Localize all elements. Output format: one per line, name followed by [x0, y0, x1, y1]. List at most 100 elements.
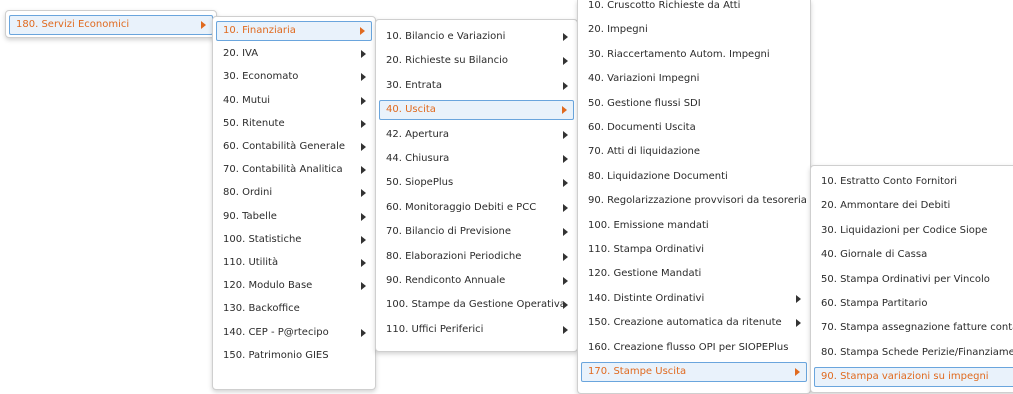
chevron-right-icon — [361, 50, 366, 59]
menu-item-100-statistiche[interactable]: 100. Statistiche — [216, 230, 372, 250]
menu-item-90-stampa-variazioni-su-impegni[interactable]: 90. Stampa variazioni su impegni — [814, 367, 1013, 388]
menu-item-label: 10. Bilancio e Variazioni — [386, 31, 506, 42]
menu-item-60-monitoraggio-debiti-e-pcc[interactable]: 60. Monitoraggio Debiti e PCC — [379, 198, 574, 218]
menu-item-90-regolarizzazione-provvisori-da-tesoreria[interactable]: 90. Regolarizzazione provvisori da tesor… — [581, 191, 807, 211]
menu-item-label: 50. Stampa Ordinativi per Vincolo — [821, 273, 990, 285]
menu-item-44-chiusura[interactable]: 44. Chiusura — [379, 149, 574, 169]
chevron-right-icon — [563, 57, 568, 66]
menu-item-40-uscita[interactable]: 40. Uscita — [379, 100, 574, 121]
chevron-right-icon — [361, 235, 366, 244]
menu-item-42-apertura[interactable]: 42. Apertura — [379, 125, 574, 145]
menu-item-40-variazioni-impegni[interactable]: 40. Variazioni Impegni — [581, 69, 807, 89]
menu-item-label: 110. Utilità — [223, 257, 279, 268]
menu-item-40-mutui[interactable]: 40. Mutui — [216, 91, 372, 111]
chevron-right-icon — [361, 73, 366, 82]
chevron-right-icon — [563, 277, 568, 285]
menu-item-60-contabilita-generale[interactable]: 60. Contabilità Generale — [216, 137, 372, 157]
menu-item-40-giornale-di-cassa[interactable]: 40. Giornale di Cassa — [814, 245, 1013, 265]
menu-item-30-liquidazioni-per-codice-siope[interactable]: 30. Liquidazioni per Codice Siope — [814, 221, 1013, 241]
menu-item-110-stampa-ordinativi[interactable]: 110. Stampa Ordinativi — [581, 240, 807, 260]
menu-item-60-documenti-uscita[interactable]: 60. Documenti Uscita — [581, 118, 807, 138]
chevron-right-icon — [563, 228, 568, 237]
menu-item-label: 60. Documenti Uscita — [588, 122, 696, 133]
chevron-right-icon — [796, 319, 801, 328]
menu-item-90-tabelle[interactable]: 90. Tabelle — [216, 207, 372, 227]
menu-item-label: 150. Patrimonio GIES — [223, 349, 329, 361]
menu-item-20-iva[interactable]: 20. IVA — [216, 44, 372, 64]
menu-item-170-stampe-uscita[interactable]: 170. Stampe Uscita — [581, 362, 807, 382]
menu-item-70-stampa-assegnazione-fatture-contab[interactable]: 70. Stampa assegnazione fatture contab — [814, 318, 1013, 338]
chevron-right-icon — [563, 252, 568, 261]
menu-item-100-stampe-da-gestione-operativa[interactable]: 100. Stampe da Gestione Operativa — [379, 295, 574, 315]
menu-item-120-gestione-mandati[interactable]: 120. Gestione Mandati — [581, 264, 807, 284]
menu-item-label: 20. Ammontare dei Debiti — [821, 200, 951, 212]
menu-item-140-distinte-ordinativi[interactable]: 140. Distinte Ordinativi — [581, 289, 807, 309]
menu-item-10-estratto-conto-fornitori[interactable]: 10. Estratto Conto Fornitori — [814, 172, 1013, 192]
menu-item-10-cruscotto-richieste-da-atti[interactable]: 10. Cruscotto Richieste da Atti — [581, 0, 807, 16]
menu-item-label: 10. Estratto Conto Fornitori — [821, 176, 958, 187]
menu-item-70-bilancio-di-previsione[interactable]: 70. Bilancio di Previsione — [379, 222, 574, 242]
menu-item-label: 150. Creazione automatica da ritenute — [588, 317, 782, 329]
menu-item-20-richieste-su-bilancio[interactable]: 20. Richieste su Bilancio — [379, 51, 574, 71]
menu-item-110-utilita[interactable]: 110. Utilità — [216, 253, 372, 273]
menu-item-10-bilancio-e-variazioni[interactable]: 10. Bilancio e Variazioni — [379, 27, 574, 47]
menu-item-20-ammontare-dei-debiti[interactable]: 20. Ammontare dei Debiti — [814, 196, 1013, 216]
menu-item-60-stampa-partitario[interactable]: 60. Stampa Partitario — [814, 294, 1013, 314]
menu-item-70-contabilita-analitica[interactable]: 70. Contabilità Analitica — [216, 160, 372, 180]
menu-item-10-finanziaria[interactable]: 10. Finanziaria — [216, 21, 372, 41]
menu-item-80-stampa-schede-perizie-finanziament[interactable]: 80. Stampa Schede Perizie/Finanziament — [814, 343, 1013, 363]
menu-item-label: 10. Cruscotto Richieste da Atti — [588, 0, 741, 11]
menu-item-label: 60. Stampa Partitario — [821, 298, 928, 309]
menu-item-20-impegni[interactable]: 20. Impegni — [581, 20, 807, 40]
menu-item-30-economato[interactable]: 30. Economato — [216, 67, 372, 87]
menu-item-label: 180. Servizi Economici — [16, 19, 130, 30]
chevron-right-icon — [562, 106, 567, 115]
menu-item-label: 40. Variazioni Impegni — [588, 73, 700, 85]
menu-item-110-uffici-periferici[interactable]: 110. Uffici Periferici — [379, 320, 574, 340]
menu-item-80-ordini[interactable]: 80. Ordini — [216, 183, 372, 203]
menu-item-130-backoffice[interactable]: 130. Backoffice — [216, 299, 372, 319]
menu-item-30-riaccertamento-autom-impegni[interactable]: 30. Riaccertamento Autom. Impegni — [581, 45, 807, 65]
chevron-right-icon — [361, 282, 366, 291]
menu-item-140-cep-p-rtecipo[interactable]: 140. CEP - P@rtecipo — [216, 323, 372, 343]
menu-item-70-atti-di-liquidazione[interactable]: 70. Atti di liquidazione — [581, 142, 807, 162]
menu-item-180-servizi-economici[interactable]: 180. Servizi Economici — [9, 15, 213, 35]
menu-item-100-emissione-mandati[interactable]: 100. Emissione mandati — [581, 216, 807, 236]
menu-item-label: 90. Stampa variazioni su impegni — [821, 371, 989, 383]
menu-level-3: 10. Cruscotto Richieste da Atti 20. Impeg… — [577, 0, 811, 394]
menu-item-90-rendiconto-annuale[interactable]: 90. Rendiconto Annuale — [379, 271, 574, 291]
menu-item-label: 90. Regolarizzazione provvisori da tesor… — [588, 195, 807, 207]
chevron-right-icon — [796, 294, 801, 303]
menu-item-label: 100. Emissione mandati — [588, 219, 709, 231]
menu-item-120-modulo-base[interactable]: 120. Modulo Base — [216, 276, 372, 296]
menu-item-label: 70. Stampa assegnazione fatture contab — [821, 322, 1013, 334]
menu-item-label: 160. Creazione flusso OPI per SIOPEPlus — [588, 341, 789, 353]
menu-item-label: 120. Gestione Mandati — [588, 268, 702, 280]
menu-item-label: 30. Entrata — [386, 79, 442, 91]
menu-item-label: 80. Elaborazioni Periodiche — [386, 250, 522, 262]
menu-item-label: 50. Ritenute — [223, 117, 285, 129]
chevron-right-icon — [361, 119, 366, 128]
menu-item-50-ritenute[interactable]: 50. Ritenute — [216, 114, 372, 134]
menu-item-label: 90. Rendiconto Annuale — [386, 275, 506, 286]
menu-item-50-gestione-flussi-sdi[interactable]: 50. Gestione flussi SDI — [581, 94, 807, 114]
menu-item-label: 130. Backoffice — [223, 303, 300, 315]
menu-item-30-entrata[interactable]: 30. Entrata — [379, 76, 574, 96]
chevron-right-icon — [201, 21, 206, 29]
menu-item-80-elaborazioni-periodiche[interactable]: 80. Elaborazioni Periodiche — [379, 247, 574, 267]
menu-item-80-liquidazione-documenti[interactable]: 80. Liquidazione Documenti — [581, 167, 807, 187]
chevron-right-icon — [563, 33, 568, 41]
menu-item-150-creazione-automatica-da-ritenute[interactable]: 150. Creazione automatica da ritenute — [581, 313, 807, 333]
menu-item-150-patrimonio-gies[interactable]: 150. Patrimonio GIES — [216, 346, 372, 366]
menu-item-160-creazione-flusso-opi-per-siopeplus[interactable]: 160. Creazione flusso OPI per SIOPEPlus — [581, 338, 807, 358]
menu-item-label: 30. Economato — [223, 71, 299, 83]
menu-item-50-siopeplus[interactable]: 50. SiopePlus — [379, 173, 574, 193]
menu-level-1: 10. Finanziaria 20. IVA 30. Economato 40. M… — [212, 16, 376, 390]
chevron-right-icon — [563, 81, 568, 90]
menu-item-50-stampa-ordinativi-per-vincolo[interactable]: 50. Stampa Ordinativi per Vincolo — [814, 270, 1013, 290]
chevron-right-icon — [361, 328, 366, 337]
menu-item-label: 120. Modulo Base — [223, 280, 313, 292]
menu-item-label: 80. Ordini — [223, 187, 273, 199]
menu-item-label: 110. Stampa Ordinativi — [588, 244, 705, 255]
chevron-right-icon — [563, 203, 568, 212]
